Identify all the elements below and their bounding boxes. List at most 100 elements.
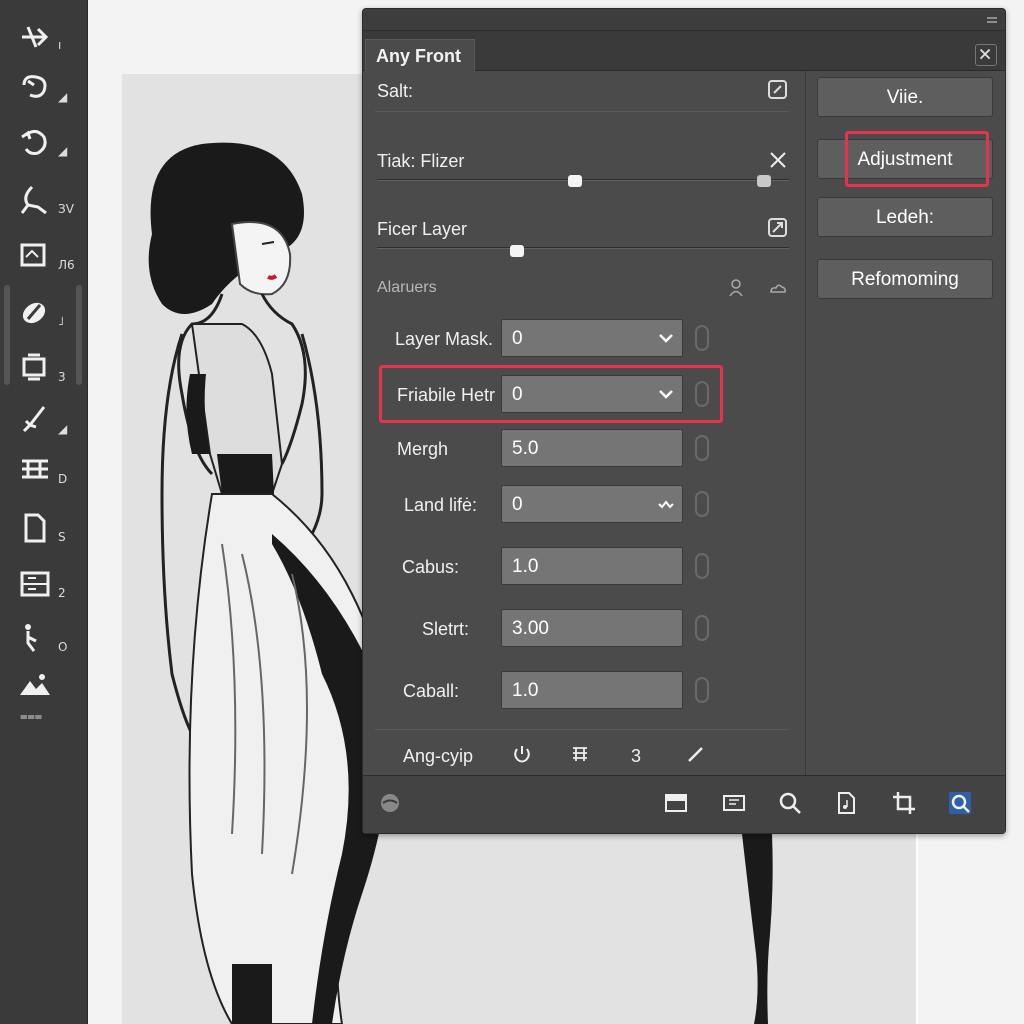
eraser-icon: [22, 302, 46, 324]
link-toggle[interactable]: [695, 553, 709, 579]
media-icon[interactable]: [721, 790, 747, 816]
mergh-value: 5.0: [512, 438, 539, 459]
sletrt-value: 3.00: [512, 618, 549, 639]
search-icon[interactable]: [777, 790, 803, 816]
stamp-tool-button[interactable]: 3: [18, 344, 74, 392]
layer-mask-dropdown[interactable]: 0: [501, 319, 683, 357]
text-tool-button[interactable]: D: [18, 446, 74, 494]
link-toggle[interactable]: [695, 491, 709, 517]
pen-nib-icon: [20, 185, 47, 215]
close-icon: [979, 48, 991, 60]
tiak-filter-label: Tiak: Flizer: [377, 151, 465, 171]
power-icon[interactable]: [511, 743, 533, 765]
salt-label: Salt:: [377, 81, 414, 101]
tool-sub-glyph: ı: [58, 38, 62, 52]
rotate-tool-button[interactable]: ◢: [18, 118, 74, 166]
section-header: Alaruers: [377, 279, 437, 296]
vie-button[interactable]: Viie.: [817, 77, 993, 117]
lasso-tool-button[interactable]: ◢: [18, 64, 74, 112]
move-tool-button[interactable]: ı: [18, 12, 74, 60]
move-arrow-icon: [22, 26, 49, 48]
pencil-icon[interactable]: [685, 743, 707, 765]
cloud-icon[interactable]: [767, 277, 789, 299]
tool-sub-glyph: ◢: [58, 422, 68, 436]
tiak-filter-slider-track[interactable]: [377, 179, 789, 181]
land-label: Land lifė:: [403, 495, 477, 515]
toolbar-scroll-handle[interactable]: [4, 285, 10, 385]
expand-icon[interactable]: [767, 217, 789, 239]
tiak-filter-slider-knob[interactable]: [567, 175, 582, 187]
tool-sub-glyph: ˩: [58, 314, 64, 328]
cabus-input[interactable]: 1.0: [501, 547, 683, 585]
reformatting-button[interactable]: Refomoming: [817, 259, 993, 299]
zoom-settings-icon[interactable]: [947, 790, 973, 816]
document-tool-button[interactable]: S: [18, 504, 74, 552]
panel-close-button[interactable]: [975, 44, 997, 66]
panel-titlebar[interactable]: [363, 9, 1005, 31]
eraser-tool-button[interactable]: ˩: [18, 288, 74, 336]
layers-grid-icon: [20, 571, 50, 597]
tab-any-front[interactable]: Any Front: [365, 39, 475, 71]
land-dropdown[interactable]: 0: [501, 485, 683, 523]
stamp-icon: [22, 353, 46, 381]
sletrt-input[interactable]: 3.00: [501, 609, 683, 647]
panel-bottom-toolbar: [363, 775, 1005, 833]
tool-sub-glyph: ⩶: [20, 708, 43, 723]
count-value: 3: [631, 746, 642, 766]
edit-icon[interactable]: [767, 79, 789, 101]
mergh-label: Mergh: [397, 439, 449, 459]
tool-sub-glyph: ◢: [58, 144, 68, 158]
sletrt-label: Sletrt:: [421, 619, 469, 639]
divider: [375, 111, 789, 112]
frame-tool-button[interactable]: Л6: [18, 232, 75, 280]
caball-value: 1.0: [512, 680, 539, 701]
ledeh-button[interactable]: Ledeh:: [817, 197, 993, 237]
friabile-dropdown[interactable]: 0: [501, 375, 683, 413]
friabile-value: 0: [512, 384, 523, 405]
link-toggle[interactable]: [695, 381, 709, 407]
brush-tool-button[interactable]: ◢: [18, 396, 74, 444]
tool-sub-glyph: S: [58, 530, 66, 544]
filter-layer-slider-knob[interactable]: [510, 245, 525, 257]
layers-tool-button[interactable]: 2: [18, 560, 74, 608]
person-walking-icon: [25, 624, 37, 652]
cabus-value: 1.0: [512, 556, 539, 577]
list-icon[interactable]: [569, 743, 591, 765]
landscape-tool-button[interactable]: [18, 662, 74, 710]
landscape-icon: [20, 674, 50, 695]
divider: [375, 729, 789, 730]
link-toggle[interactable]: [695, 677, 709, 703]
filter-layer-label: Ficer Layer: [377, 219, 468, 239]
collapse-icon[interactable]: [985, 13, 999, 27]
tools-sidebar: ı ◢ ◢ ЗV Л6 ˩ 3 ◢ D S 2 O ⩶: [0, 0, 88, 1024]
land-value: 0: [512, 494, 523, 515]
layer-mask-value: 0: [512, 328, 523, 349]
crop-icon[interactable]: [891, 790, 917, 816]
tool-sub-glyph: O: [58, 640, 68, 654]
caball-input[interactable]: 1.0: [501, 671, 683, 709]
window-icon[interactable]: [663, 790, 689, 816]
person-tool-button[interactable]: O: [18, 614, 74, 662]
friabile-label: Friabile Hetr: [396, 385, 495, 405]
pen-tool-button[interactable]: ЗV: [18, 176, 74, 224]
cabus-label: Cabus:: [401, 557, 459, 577]
lasso-icon: [22, 75, 47, 98]
toolbar-scroll-handle-right[interactable]: [76, 285, 82, 385]
panel-tab-row: Any Front: [363, 31, 1005, 71]
document-icon: [24, 513, 46, 543]
text-lines-icon: [22, 459, 48, 479]
brush-icon: [22, 406, 46, 433]
close-x-icon[interactable]: [767, 149, 789, 171]
tool-sub-glyph: Л6: [58, 258, 75, 272]
globe-icon[interactable]: [377, 790, 403, 816]
link-toggle[interactable]: [695, 615, 709, 641]
layer-mask-label: Layer Mask.: [394, 329, 493, 349]
tiak-filter-slider-end-knob[interactable]: [757, 175, 772, 187]
filter-layer-slider-track[interactable]: [377, 247, 789, 249]
link-toggle[interactable]: [695, 435, 709, 461]
mergh-input[interactable]: 5.0: [501, 429, 683, 467]
adjustment-button[interactable]: Adjustment: [817, 139, 993, 179]
link-toggle[interactable]: [695, 325, 709, 351]
person-outline-icon[interactable]: [725, 277, 747, 299]
file-music-icon[interactable]: [833, 790, 859, 816]
